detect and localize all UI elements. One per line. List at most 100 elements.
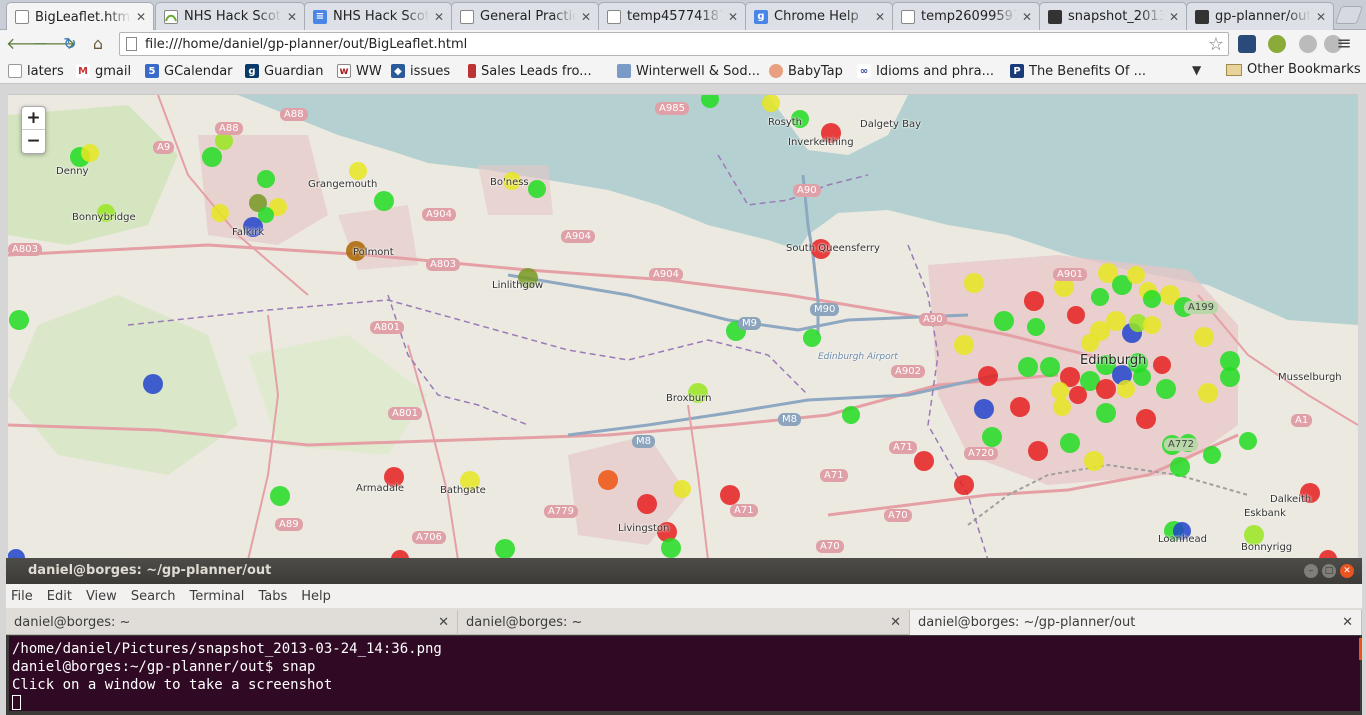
map-marker[interactable] (1170, 457, 1190, 477)
map-marker[interactable] (1117, 380, 1135, 398)
terminal-output[interactable]: /home/daniel/Pictures/snapshot_2013-03-2… (9, 636, 1360, 711)
new-tab-button[interactable] (1334, 6, 1364, 24)
map-marker[interactable] (978, 366, 998, 386)
map-marker[interactable] (143, 374, 163, 394)
map-marker[interactable] (637, 494, 657, 514)
bookmark-sales-leads[interactable]: Sales Leads fro... (468, 62, 592, 80)
map-marker[interactable] (1024, 291, 1044, 311)
map-marker[interactable] (1239, 432, 1257, 450)
tab-temp45774187[interactable]: temp45774187 ✕ (598, 2, 746, 30)
map-marker[interactable] (1081, 334, 1099, 352)
terminal-scrollbar[interactable] (1359, 638, 1362, 660)
map-marker[interactable] (211, 204, 229, 222)
extension-icon[interactable] (1299, 35, 1317, 53)
close-icon[interactable]: ✕ (433, 10, 445, 24)
terminal-tab-active[interactable]: daniel@borges: ~/gp-planner/out ✕ (910, 610, 1362, 635)
terminal-titlebar[interactable]: daniel@borges: ~/gp-planner/out – □ ✕ (6, 558, 1362, 584)
bookmark-star-icon[interactable]: ☆ (1208, 34, 1224, 55)
map-marker[interactable] (1156, 379, 1176, 399)
map-marker[interactable] (258, 207, 274, 223)
map-marker[interactable] (914, 451, 934, 471)
map-marker[interactable] (1060, 433, 1080, 453)
tab-bigleaflet[interactable]: BigLeaflet.html ✕ (6, 2, 154, 31)
evernote-extension-icon[interactable] (1268, 35, 1286, 53)
map-marker[interactable] (1040, 357, 1060, 377)
zoom-out-button[interactable]: − (22, 130, 45, 153)
menu-view[interactable]: View (86, 589, 117, 604)
tab-nhs-hack-scot[interactable]: NHS Hack Scot ✕ (155, 2, 305, 30)
map-marker[interactable] (964, 273, 984, 293)
address-bar[interactable]: file:///home/daniel/gp-planner/out/BigLe… (119, 32, 1229, 56)
menu-file[interactable]: File (11, 589, 33, 604)
close-icon[interactable]: ✕ (1315, 10, 1327, 24)
map-marker[interactable] (1143, 316, 1161, 334)
close-icon[interactable]: ✕ (727, 10, 739, 24)
bookmark-winterwell[interactable]: Winterwell & Sod... (617, 62, 760, 80)
map-marker[interactable] (1133, 368, 1151, 386)
map-marker[interactable] (1091, 288, 1109, 306)
map-marker[interactable] (257, 170, 275, 188)
map-marker[interactable] (1143, 290, 1161, 308)
bookmark-ww[interactable]: w WW (337, 62, 382, 80)
analytics-extension-icon[interactable] (1238, 35, 1256, 53)
bookmark-idioms[interactable]: ∞ Idioms and phra... (857, 62, 994, 80)
map-marker[interactable] (974, 399, 994, 419)
menu-search[interactable]: Search (131, 589, 176, 604)
map-marker[interactable] (1018, 357, 1038, 377)
close-icon[interactable]: ✕ (1021, 10, 1033, 24)
map-marker[interactable] (661, 538, 681, 558)
map-marker[interactable] (1084, 451, 1104, 471)
map-marker[interactable] (842, 406, 860, 424)
map-marker[interactable] (1127, 266, 1145, 284)
tab-temp26099597[interactable]: temp26099597 ✕ (892, 2, 1040, 30)
bookmark-benefits[interactable]: P The Benefits Of ... (1010, 62, 1146, 80)
minimize-icon[interactable]: – (1304, 564, 1318, 578)
close-icon[interactable]: ✕ (874, 10, 886, 24)
map-marker[interactable] (528, 180, 546, 198)
map-marker[interactable] (374, 191, 394, 211)
bookmark-laters[interactable]: laters (8, 62, 64, 80)
map-marker[interactable] (349, 162, 367, 180)
bookmark-gmail[interactable]: Mgmail (76, 62, 131, 80)
map-marker[interactable] (1153, 356, 1171, 374)
map-marker[interactable] (954, 475, 974, 495)
map-marker[interactable] (954, 335, 974, 355)
reload-icon[interactable]: ↻ (60, 34, 80, 54)
map-marker[interactable] (1106, 311, 1126, 331)
map-marker[interactable] (982, 427, 1002, 447)
map-marker[interactable] (1027, 318, 1045, 336)
menu-icon[interactable]: ≡ (1334, 34, 1354, 54)
other-bookmarks[interactable]: Other Bookmarks (1226, 62, 1361, 77)
menu-edit[interactable]: Edit (47, 589, 72, 604)
terminal-tab[interactable]: daniel@borges: ~ ✕ (458, 610, 910, 635)
map-marker[interactable] (270, 486, 290, 506)
map-marker[interactable] (1136, 409, 1156, 429)
map-marker[interactable] (994, 311, 1014, 331)
zoom-in-button[interactable]: + (22, 107, 45, 130)
close-icon[interactable]: ✕ (286, 10, 298, 24)
map-marker[interactable] (598, 470, 618, 490)
map-marker[interactable] (9, 310, 29, 330)
map-marker[interactable] (1069, 386, 1087, 404)
map-marker[interactable] (1096, 403, 1116, 423)
map-marker[interactable] (673, 480, 691, 498)
close-icon[interactable]: ✕ (580, 10, 592, 24)
tab-chrome-help[interactable]: g Chrome Help ✕ (745, 2, 893, 30)
map-marker[interactable] (1198, 383, 1218, 403)
maximize-icon[interactable]: □ (1322, 564, 1336, 578)
map-marker[interactable] (1053, 398, 1071, 416)
map-marker[interactable] (81, 144, 99, 162)
menu-tabs[interactable]: Tabs (258, 589, 287, 604)
close-icon[interactable]: ✕ (890, 615, 901, 630)
tab-snapshot[interactable]: snapshot_2013 ✕ (1039, 2, 1187, 30)
menu-help[interactable]: Help (301, 589, 331, 604)
map-marker[interactable] (495, 539, 515, 559)
close-icon[interactable]: ✕ (1342, 615, 1353, 630)
close-icon[interactable]: ✕ (438, 615, 449, 630)
map-marker[interactable] (1010, 397, 1030, 417)
map-marker[interactable] (1203, 446, 1221, 464)
tab-nhs-hack-scot-doc[interactable]: ≡ NHS Hack Scot ✕ (304, 2, 452, 30)
tab-gp-planner-out[interactable]: gp-planner/out ✕ (1186, 2, 1334, 30)
forward-icon[interactable]: 🡒 (33, 34, 76, 54)
bookmark-issues[interactable]: ◆ issues (391, 62, 450, 80)
